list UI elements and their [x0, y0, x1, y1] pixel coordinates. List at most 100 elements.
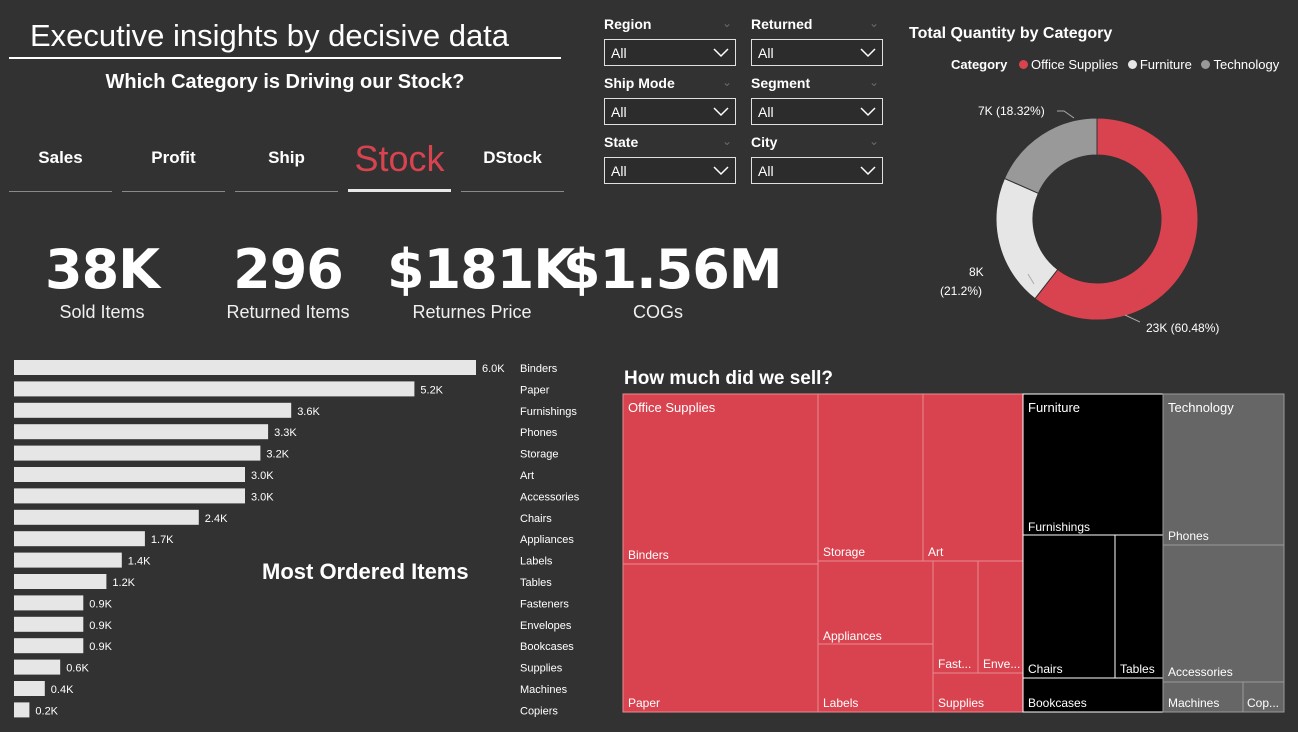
slicer-label: Region: [604, 16, 652, 32]
treemap-item-label: Supplies: [938, 696, 984, 710]
bar-category-label: Tables: [520, 577, 552, 589]
chevron-down-icon: [713, 48, 729, 58]
tab-underline: [122, 191, 225, 192]
treemap-item-label: Paper: [628, 696, 660, 710]
slicer-region: Region ⌄ All: [604, 16, 736, 66]
tab-stock[interactable]: Stock: [348, 130, 451, 192]
bar-category-label: Accessories: [520, 491, 580, 503]
bar-value-label: 3.2K: [266, 449, 289, 461]
treemap-item-label: Cop...: [1247, 696, 1279, 710]
dropdown-value: All: [758, 45, 774, 61]
bar-paper[interactable]: [14, 381, 415, 397]
bar-value-label: 2.4K: [205, 513, 228, 525]
treemap-cell-paper[interactable]: [622, 563, 819, 713]
bar-furnishings[interactable]: [14, 402, 292, 418]
treemap-cell-phones[interactable]: [1162, 393, 1285, 546]
returned-dropdown[interactable]: All: [751, 39, 883, 66]
dropdown-value: All: [611, 163, 627, 179]
treemap-item-label: Binders: [628, 548, 669, 562]
kpi-cogs-label: COGs: [632, 302, 683, 322]
treemap-cell-art[interactable]: [922, 393, 1024, 562]
tab-underline: [235, 191, 338, 192]
bar-value-label: 0.4K: [51, 684, 74, 696]
treemap-item-label: Chairs: [1028, 662, 1063, 676]
segment-dropdown[interactable]: All: [751, 98, 883, 125]
legend-furniture[interactable]: Furniture: [1140, 57, 1192, 72]
bar-chairs[interactable]: [14, 509, 199, 525]
report-title: Executive insights by decisive data: [30, 18, 510, 53]
bar-value-label: 0.6K: [66, 663, 89, 675]
chevron-down-icon: [713, 107, 729, 117]
bar-machines[interactable]: [14, 681, 45, 696]
slicer-state: State ⌄ All: [604, 134, 736, 184]
chevron-down-icon[interactable]: ⌄: [722, 134, 732, 148]
bar-value-label: 3.6K: [297, 406, 320, 418]
bar-storage[interactable]: [14, 445, 261, 461]
chevron-down-icon[interactable]: ⌄: [722, 16, 732, 30]
treemap-cell-accessories[interactable]: [1162, 544, 1285, 683]
bar-copiers[interactable]: [14, 702, 30, 718]
treemap-cell-chairs[interactable]: [1022, 534, 1116, 679]
bar-category-label: Furnishings: [520, 406, 577, 418]
legend-title: Category: [951, 57, 1008, 73]
donut-legend: Category Office Supplies Furniture Techn…: [951, 56, 1279, 72]
bar-phones[interactable]: [14, 424, 269, 440]
bar-category-label: Phones: [520, 427, 558, 439]
treemap-item-label: Bookcases: [1028, 696, 1087, 710]
donut-leader-lines: [1027, 110, 1140, 323]
region-dropdown[interactable]: All: [604, 39, 736, 66]
dropdown-value: All: [758, 163, 774, 179]
tab-label: Profit: [151, 148, 196, 167]
bar-value-label: 5.2K: [420, 384, 443, 396]
bar-labels[interactable]: [14, 552, 122, 568]
treemap-item-label: Tables: [1120, 662, 1155, 676]
donut-label-office-supplies: 23K (60.48%): [1146, 321, 1220, 335]
treemap-item-label: Accessories: [1168, 665, 1233, 679]
treemap-group-label: Furniture: [1028, 400, 1080, 415]
slicer-ship-mode: Ship Mode ⌄ All: [604, 75, 736, 125]
chevron-down-icon[interactable]: ⌄: [869, 16, 879, 30]
bar-value-label: 0.2K: [35, 705, 58, 717]
kpi-returns-price-value: $181K: [387, 238, 575, 301]
treemap-cell-furnishings[interactable]: [1022, 393, 1164, 536]
bar-value-label: 3.3K: [274, 427, 297, 439]
bar-accessories[interactable]: [14, 488, 245, 504]
title-underline: [9, 57, 561, 59]
tab-label: Sales: [38, 148, 83, 167]
bar-category-label: Storage: [520, 449, 559, 461]
dropdown-value: All: [758, 104, 774, 120]
tab-sales[interactable]: Sales: [9, 130, 112, 192]
treemap-cell-binders[interactable]: [622, 393, 819, 565]
treemap-group-label: Technology: [1168, 400, 1234, 415]
slicer-segment: Segment ⌄ All: [751, 75, 883, 125]
bar-envelopes[interactable]: [14, 616, 84, 632]
legend-technology[interactable]: Technology: [1213, 57, 1279, 72]
legend-office-supplies[interactable]: Office Supplies: [1031, 57, 1118, 72]
state-dropdown[interactable]: All: [604, 157, 736, 184]
treemap-item-label: Storage: [823, 545, 865, 559]
ship-mode-dropdown[interactable]: All: [604, 98, 736, 125]
tab-profit[interactable]: Profit: [122, 130, 225, 192]
bar-bookcases[interactable]: [14, 638, 84, 654]
chevron-down-icon[interactable]: ⌄: [722, 75, 732, 89]
tab-ship[interactable]: Ship: [235, 130, 338, 192]
treemap-cell-storage[interactable]: [817, 393, 924, 562]
bar-binders[interactable]: [14, 360, 476, 375]
bar-appliances[interactable]: [14, 531, 145, 547]
kpi-cogs-value: $1.56M: [563, 238, 783, 301]
slicer-returned: Returned ⌄ All: [751, 16, 883, 66]
chevron-down-icon[interactable]: ⌄: [869, 75, 879, 89]
city-dropdown[interactable]: All: [751, 157, 883, 184]
slicer-label: Ship Mode: [604, 75, 675, 91]
bar-fasteners[interactable]: [14, 595, 84, 611]
bar-category-label: Supplies: [520, 663, 563, 675]
bar-supplies[interactable]: [14, 659, 61, 675]
bar-category-label: Binders: [520, 363, 558, 375]
bar-art[interactable]: [14, 467, 245, 482]
treemap-cell-tables[interactable]: [1114, 534, 1164, 679]
slicer-city: City ⌄ All: [751, 134, 883, 184]
tab-dstock[interactable]: DStock: [461, 130, 564, 192]
chevron-down-icon[interactable]: ⌄: [869, 134, 879, 148]
bar-tables[interactable]: [14, 574, 107, 589]
legend-swatch-office-supplies: [1018, 60, 1028, 70]
